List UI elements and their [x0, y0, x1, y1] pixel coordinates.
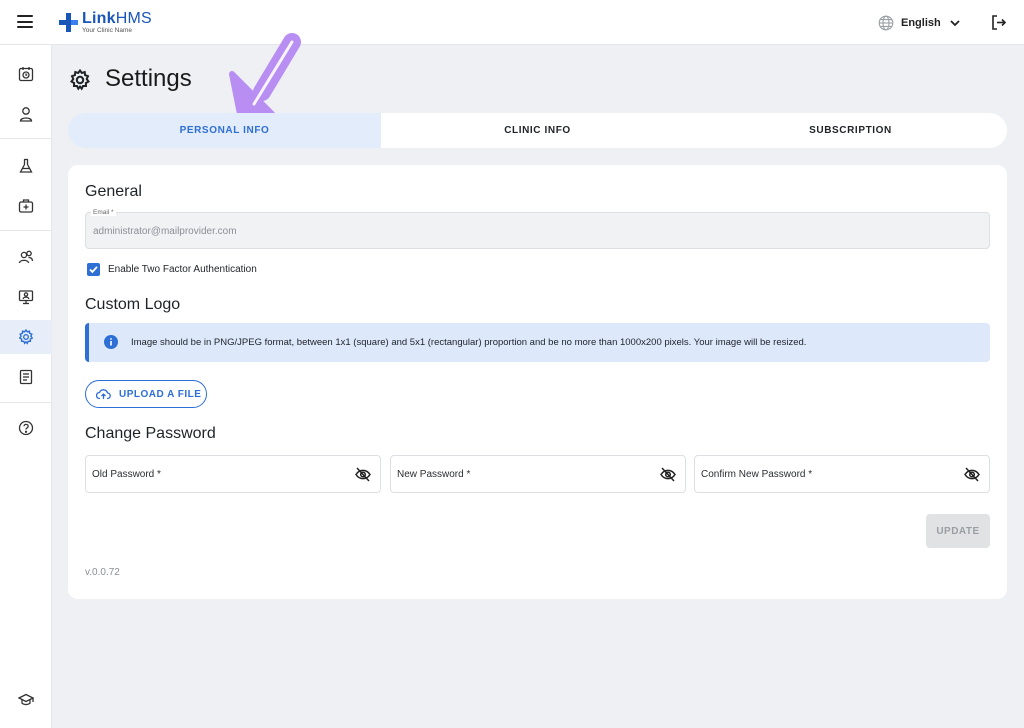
help-icon [18, 420, 34, 436]
settings-title-gear-icon [70, 69, 90, 91]
person-icon [19, 107, 33, 122]
top-bar: LinkHMS Your Clinic Name English [0, 0, 1024, 45]
sidebar-item-pharmacy[interactable] [16, 196, 36, 216]
sidebar-item-telemedicine[interactable] [16, 287, 36, 307]
sidebar-item-appointments[interactable] [16, 64, 36, 84]
confirm-password-label: Confirm New Password * [701, 469, 813, 480]
logo-info-text: Image should be in PNG/JPEG format, betw… [131, 337, 807, 348]
sidebar-item-profile[interactable] [16, 104, 36, 124]
logo-text: LinkHMS [82, 10, 152, 28]
confirm-password-field[interactable]: Confirm New Password * [694, 455, 990, 493]
language-selector[interactable]: English [878, 14, 961, 32]
sidebar-item-patients[interactable] [16, 247, 36, 267]
update-button[interactable]: UPDATE [926, 514, 990, 548]
sidebar [0, 45, 52, 728]
upload-file-button[interactable]: UPLOAD A FILE [85, 380, 207, 408]
monitor-user-icon [18, 290, 34, 305]
report-list-icon [19, 369, 33, 385]
sidebar-item-help[interactable] [16, 418, 36, 438]
menu-icon[interactable] [17, 15, 33, 29]
settings-tabs: PERSONAL INFO CLINIC INFO SUBSCRIPTION [68, 113, 1007, 148]
logo-cross-icon [59, 13, 78, 32]
patients-icon [18, 250, 34, 264]
sidebar-item-lab[interactable] [16, 156, 36, 176]
sidebar-divider [0, 402, 52, 403]
eye-off-icon[interactable] [660, 467, 676, 482]
chevron-down-icon [950, 20, 960, 27]
medical-kit-icon [18, 199, 34, 213]
sidebar-divider [0, 230, 52, 231]
tab-subscription[interactable]: SUBSCRIPTION [694, 113, 1007, 148]
cloud-upload-icon [96, 389, 111, 400]
logo-name-suffix: HMS [115, 10, 152, 27]
calendar-clock-icon [18, 67, 34, 82]
checkmark-icon [89, 266, 98, 274]
email-value: administrator@mailprovider.com [93, 226, 237, 237]
tab-clinic-info[interactable]: CLINIC INFO [381, 113, 694, 148]
gear-icon [18, 329, 34, 345]
logo-name: Link [82, 10, 116, 27]
page-title: Settings [105, 65, 192, 92]
info-icon [104, 335, 118, 349]
eye-off-icon[interactable] [355, 467, 371, 482]
language-label: English [901, 17, 941, 29]
annotation-arrow-icon [229, 33, 301, 116]
logo-subtitle: Your Clinic Name [82, 27, 132, 34]
change-password-heading: Change Password [85, 425, 216, 442]
two-factor-label: Enable Two Factor Authentication [108, 264, 257, 275]
sidebar-item-learning[interactable] [16, 690, 36, 710]
sidebar-divider [0, 138, 52, 139]
lab-flask-icon [19, 158, 33, 173]
logout-icon[interactable] [990, 14, 1007, 31]
custom-logo-heading: Custom Logo [85, 296, 181, 313]
new-password-field[interactable]: New Password * [390, 455, 686, 493]
globe-icon [878, 15, 894, 31]
tab-personal-info[interactable]: PERSONAL INFO [68, 113, 381, 148]
sidebar-item-reports[interactable] [16, 367, 36, 387]
email-label: Email * [91, 209, 116, 216]
old-password-field[interactable]: Old Password * [85, 455, 381, 493]
upload-file-label: UPLOAD A FILE [119, 389, 202, 400]
version-label: v.0.0.72 [85, 567, 120, 578]
logo-info-alert: Image should be in PNG/JPEG format, betw… [85, 323, 990, 362]
settings-card: General administrator@mailprovider.com E… [68, 165, 1007, 599]
old-password-label: Old Password * [92, 469, 161, 480]
graduation-cap-icon [18, 693, 34, 706]
email-field[interactable]: administrator@mailprovider.com [85, 212, 990, 249]
two-factor-checkbox[interactable] [87, 263, 100, 276]
eye-off-icon[interactable] [964, 467, 980, 482]
general-heading: General [85, 183, 142, 200]
sidebar-item-settings[interactable] [16, 327, 36, 347]
new-password-label: New Password * [397, 469, 471, 480]
